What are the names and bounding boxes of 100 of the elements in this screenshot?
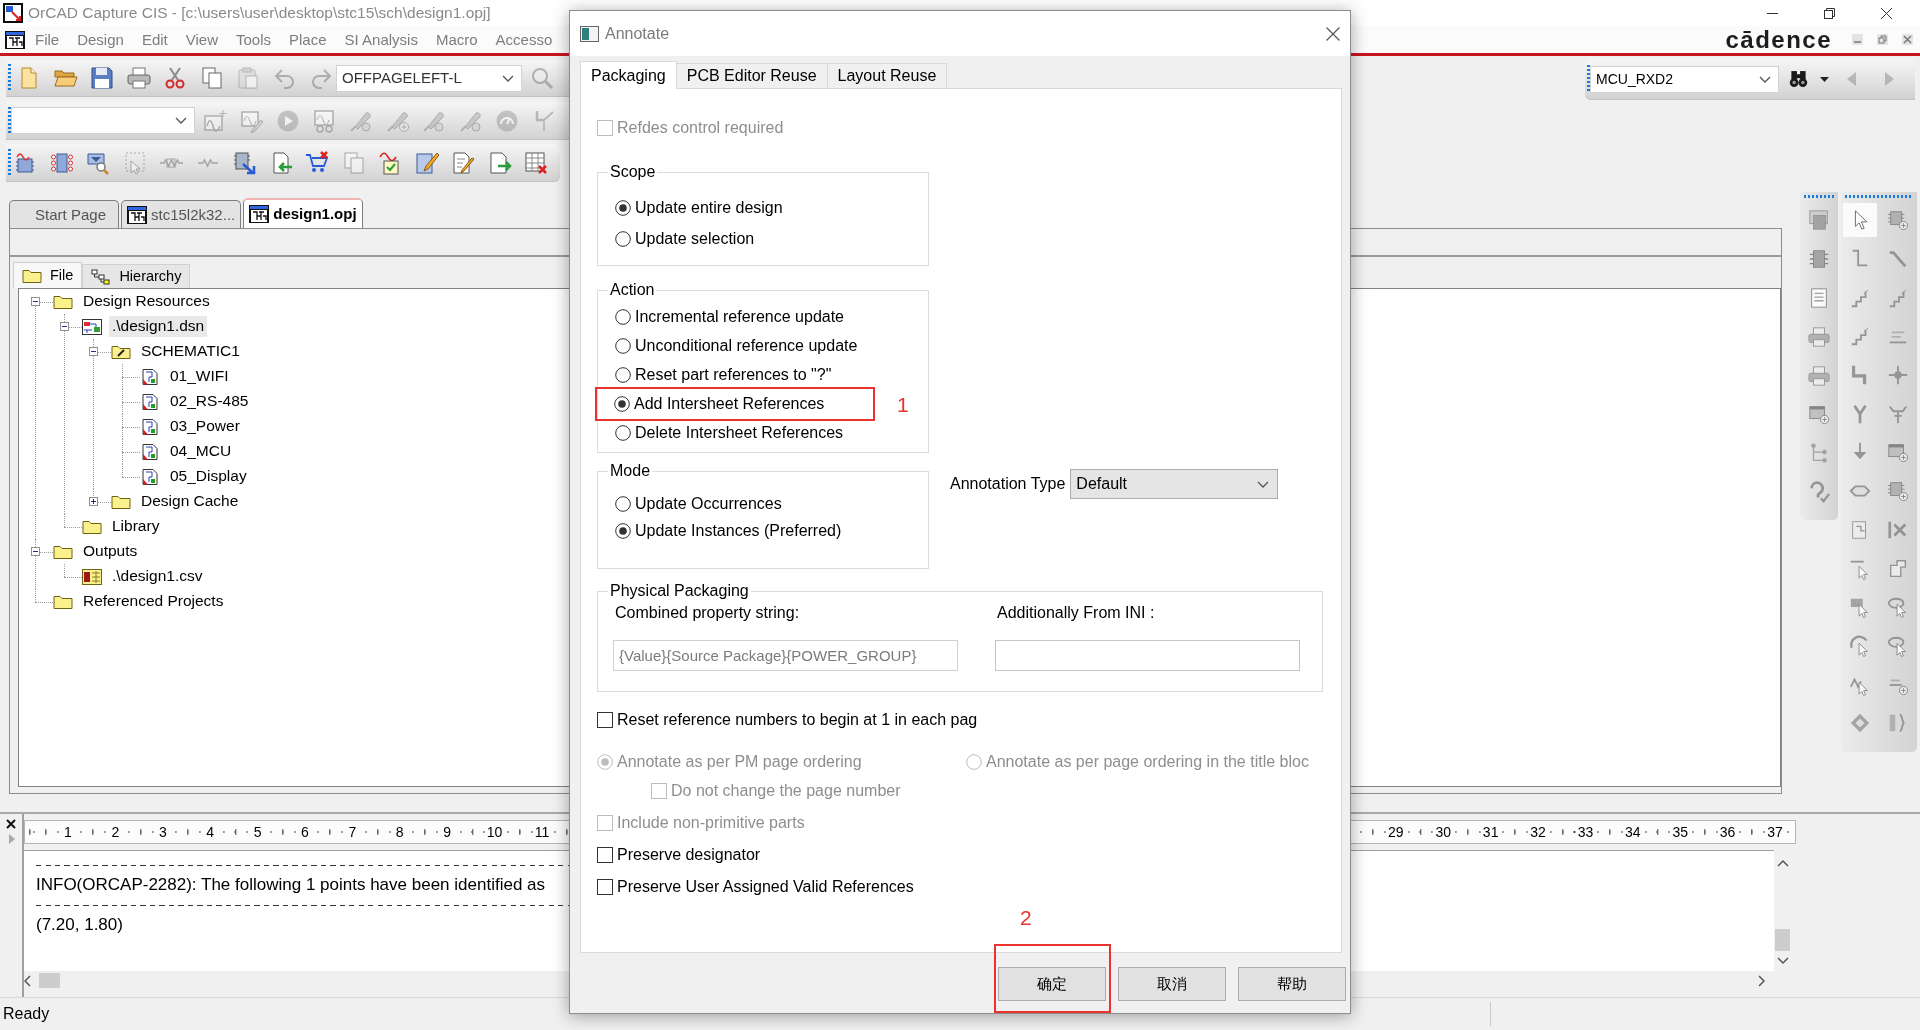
radio-button[interactable] [615, 309, 631, 325]
document-pencil-icon[interactable] [451, 150, 475, 175]
tree-item[interactable]: .\design1.csv [109, 566, 206, 587]
tree-item[interactable]: SCHEMATIC1 [138, 341, 243, 362]
tree-item[interactable]: Design Resources [80, 291, 213, 312]
checkbox[interactable] [597, 879, 613, 895]
pointer-icon[interactable] [1843, 203, 1877, 238]
cart-icon[interactable] [305, 150, 329, 175]
chip-icon[interactable] [1808, 209, 1830, 232]
caret-down-icon[interactable] [1820, 76, 1829, 82]
toolbar-grip[interactable] [1804, 195, 1834, 198]
menu-item[interactable]: Edit [141, 30, 168, 49]
window-plus-icon[interactable] [1808, 403, 1830, 426]
chip-plus-icon[interactable] [1887, 209, 1909, 232]
toolbar-grip[interactable] [8, 106, 11, 135]
chevron-up-icon[interactable] [1776, 859, 1789, 867]
tree-item[interactable]: 05_Display [167, 466, 250, 487]
copy-icon[interactable] [199, 66, 224, 90]
tree-item[interactable]: Referenced Projects [80, 591, 227, 612]
radio-button[interactable] [615, 367, 631, 383]
tree-toggle[interactable] [89, 347, 98, 356]
checkbox[interactable] [597, 847, 613, 863]
printer-icon[interactable] [1808, 325, 1830, 348]
stairs-icon[interactable] [1849, 325, 1871, 348]
document-window-icon[interactable] [5, 30, 25, 49]
menu-item[interactable]: File [35, 30, 60, 49]
arc-pointer-icon[interactable] [1849, 634, 1871, 657]
step-shape-icon[interactable] [1887, 557, 1909, 580]
chip-pins-icon[interactable] [49, 150, 74, 175]
scrollbar-thumb[interactable] [39, 973, 60, 988]
checklist-icon[interactable] [378, 150, 402, 175]
rectangle-pointer-icon[interactable] [1849, 596, 1871, 619]
question-check-icon[interactable] [1808, 480, 1830, 503]
tree-icon[interactable] [1808, 442, 1830, 465]
toolbar-grip[interactable] [8, 148, 11, 177]
close-icon[interactable] [1326, 26, 1340, 41]
chevron-left-icon[interactable] [24, 974, 31, 987]
binoculars-icon[interactable] [1789, 71, 1808, 87]
panel-tab[interactable]: Hierarchy [82, 264, 191, 288]
document-tab[interactable]: Start Page [9, 200, 119, 228]
tree-item[interactable]: .\design1.dsn [109, 316, 208, 337]
tree-item[interactable]: Library [109, 516, 163, 537]
document-arrow-icon[interactable] [487, 150, 512, 175]
tree-item[interactable]: 01_WIFI [167, 366, 232, 387]
menu-item[interactable]: SI Analysis [344, 30, 418, 49]
scissors-icon[interactable] [163, 66, 187, 90]
menu-item[interactable]: Tools [236, 30, 271, 49]
annotation-type-select[interactable]: Default [1070, 469, 1279, 499]
radio-button[interactable] [615, 496, 631, 512]
tree-item[interactable]: 04_MCU [167, 441, 235, 462]
radio-button[interactable] [614, 396, 630, 412]
tab[interactable]: Packaging [580, 61, 677, 89]
menu-item[interactable]: Accesso [495, 30, 553, 49]
tree-toggle[interactable] [31, 547, 40, 556]
close-icon[interactable] [6, 819, 16, 829]
dropdown[interactable]: MCU_RXD2 [1590, 65, 1779, 93]
toolbar-grip[interactable] [1845, 195, 1913, 198]
menu-item[interactable]: Design [77, 30, 124, 49]
tree-toggle[interactable] [89, 497, 98, 506]
dropdown[interactable]: OFFPAGELEFT-L [336, 64, 522, 92]
menu-item[interactable]: View [185, 30, 218, 49]
dialog-button[interactable]: 取消 [1118, 967, 1226, 1001]
text-field[interactable] [995, 640, 1300, 671]
printer-icon[interactable] [1808, 364, 1830, 387]
toolbar-grip[interactable] [1587, 65, 1590, 93]
menu-item[interactable]: Macro [435, 30, 478, 49]
chip-arrow-icon[interactable] [232, 150, 256, 175]
junction-icon[interactable] [1887, 364, 1909, 387]
toolbar-grip[interactable] [8, 64, 11, 92]
tree-toggle[interactable] [60, 322, 69, 331]
window-plus-icon[interactable] [1887, 441, 1909, 464]
dialog-button[interactable]: 帮助 [1238, 967, 1346, 1001]
scrollbar-thumb[interactable] [1775, 929, 1790, 951]
tree-item[interactable]: 03_Power [167, 416, 243, 437]
radio-button[interactable] [615, 231, 631, 247]
list-magnifier-icon[interactable] [86, 150, 110, 175]
chevron-down-icon[interactable] [1776, 957, 1789, 965]
chip-icon[interactable] [13, 150, 37, 175]
document-icon[interactable] [1808, 287, 1830, 309]
close-icon[interactable] [1881, 7, 1892, 19]
tree-item[interactable]: Outputs [80, 541, 141, 562]
radio-button[interactable] [615, 338, 631, 354]
menu-item[interactable]: Place [289, 30, 327, 49]
tree-item[interactable]: 02_RS-485 [167, 391, 252, 412]
checkbox[interactable] [597, 712, 613, 728]
chip-icon[interactable] [1808, 248, 1830, 271]
chevron-right-icon[interactable] [1758, 974, 1765, 987]
lasso-pointer-icon[interactable] [1887, 634, 1909, 657]
diamond-icon[interactable] [1849, 712, 1871, 735]
table-icon[interactable] [524, 150, 548, 175]
radio-button[interactable] [615, 200, 631, 216]
pencil-board-icon[interactable] [414, 150, 439, 175]
document-tab[interactable]: stc15l2k32... [121, 200, 242, 228]
dialog-button[interactable]: 确定 [998, 967, 1106, 1001]
tree-item[interactable]: Design Cache [138, 491, 242, 512]
document-tab[interactable]: design1.opj [243, 198, 363, 228]
right-triangle-icon[interactable] [7, 834, 15, 844]
tree-toggle[interactable] [31, 297, 40, 306]
printer-icon[interactable] [126, 66, 151, 90]
tab[interactable]: Layout Reuse [826, 63, 948, 88]
